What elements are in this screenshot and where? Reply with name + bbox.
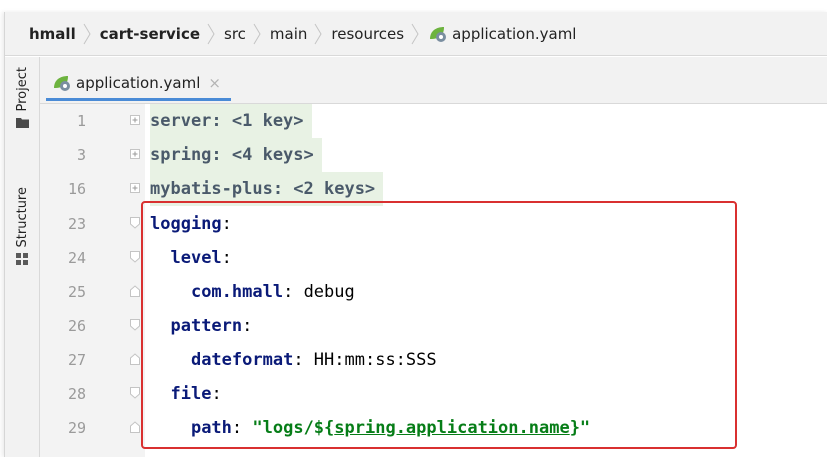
breadcrumb-item-cart-service[interactable]: cart-service xyxy=(100,25,200,43)
breadcrumb-separator-icon xyxy=(207,23,215,44)
structure-icon xyxy=(16,253,28,266)
line-number: 1 xyxy=(76,112,86,130)
code-text: com.hmall: debug xyxy=(190,282,355,302)
breadcrumb-separator-icon xyxy=(253,23,261,44)
code-text: logging: xyxy=(150,214,232,234)
fold-end-icon[interactable] xyxy=(129,419,141,435)
breadcrumb-item-hmall[interactable]: hmall xyxy=(29,25,76,43)
code-line: 29 path: "logs/${spring.application.name… xyxy=(40,411,827,445)
fold-collapse-icon[interactable] xyxy=(129,317,141,333)
structure-tool-label: Structure xyxy=(14,187,30,248)
code-line: 27 dateformat: HH:mm:ss:SSS xyxy=(40,343,827,377)
code-line: 26 pattern: xyxy=(40,309,827,343)
code-line: 28 file: xyxy=(40,377,827,411)
line-number: 25 xyxy=(67,283,86,301)
tab-label: application.yaml xyxy=(76,73,201,92)
breadcrumb-item-main[interactable]: main xyxy=(270,25,307,43)
code-text: file: xyxy=(170,384,222,404)
breadcrumb-separator-icon xyxy=(411,23,419,44)
editor-tab-bar: application.yaml × xyxy=(40,57,827,104)
folder-icon xyxy=(15,118,29,129)
fold-collapse-icon[interactable] xyxy=(129,249,141,265)
folded-region[interactable]: mybatis-plus: <2 keys> xyxy=(150,172,384,206)
code-text: pattern: xyxy=(170,316,253,336)
code-line: 1 server: <1 key> xyxy=(40,104,827,138)
tab-application-yaml[interactable]: application.yaml × xyxy=(46,67,231,101)
folded-region[interactable]: spring: <4 keys> xyxy=(150,138,322,172)
line-number: 28 xyxy=(67,385,86,403)
line-number: 3 xyxy=(76,146,86,164)
line-number: 16 xyxy=(67,180,86,198)
breadcrumb-item-application-yaml[interactable]: application.yaml xyxy=(428,25,576,43)
line-number: 26 xyxy=(67,317,86,335)
fold-expand-icon[interactable] xyxy=(129,146,141,162)
spring-yaml-file-icon xyxy=(430,26,447,42)
breadcrumb-item-resources[interactable]: resources xyxy=(331,25,404,43)
breadcrumb-item-src[interactable]: src xyxy=(224,25,246,43)
ide-window: hmall cart-service src main resources ap… xyxy=(4,12,827,457)
code-line: 25 com.hmall: debug xyxy=(40,275,827,309)
breadcrumb-separator-icon xyxy=(83,23,91,44)
structure-tool-tab[interactable]: Structure xyxy=(5,187,39,266)
folded-region[interactable]: server: <1 key> xyxy=(150,104,312,138)
code-line: 3 spring: <4 keys> xyxy=(40,138,827,172)
fold-expand-icon[interactable] xyxy=(129,180,141,196)
line-number: 29 xyxy=(67,419,86,437)
code-line: 16 mybatis-plus: <2 keys> xyxy=(40,172,827,206)
fold-expand-icon[interactable] xyxy=(129,112,141,128)
breadcrumb: hmall cart-service src main resources ap… xyxy=(5,12,827,56)
code-text: level: xyxy=(170,248,232,268)
project-tool-tab[interactable]: Project xyxy=(5,67,39,129)
spring-yaml-file-icon xyxy=(54,75,70,91)
close-icon[interactable]: × xyxy=(208,74,221,92)
code-line: 23 logging: xyxy=(40,207,827,241)
breadcrumb-file-label: application.yaml xyxy=(452,24,577,43)
line-number: 23 xyxy=(67,215,86,233)
line-number: 27 xyxy=(67,351,86,369)
breadcrumb-separator-icon xyxy=(314,23,322,44)
fold-collapse-icon[interactable] xyxy=(129,215,141,231)
line-number: 24 xyxy=(67,249,86,267)
code-text: dateformat: HH:mm:ss:SSS xyxy=(190,350,437,370)
code-editor[interactable]: 1 server: <1 key> 3 spring: <4 keys> 16 … xyxy=(40,104,827,457)
code-line: 24 level: xyxy=(40,241,827,275)
code-text: path: "logs/${spring.application.name}" xyxy=(190,418,591,438)
fold-collapse-icon[interactable] xyxy=(129,385,141,401)
fold-end-icon[interactable] xyxy=(129,283,141,299)
property-reference[interactable]: spring.application.name xyxy=(334,418,569,438)
fold-end-icon[interactable] xyxy=(129,351,141,367)
project-tool-label: Project xyxy=(14,67,30,112)
tool-window-strip: Project Structure xyxy=(5,57,40,457)
